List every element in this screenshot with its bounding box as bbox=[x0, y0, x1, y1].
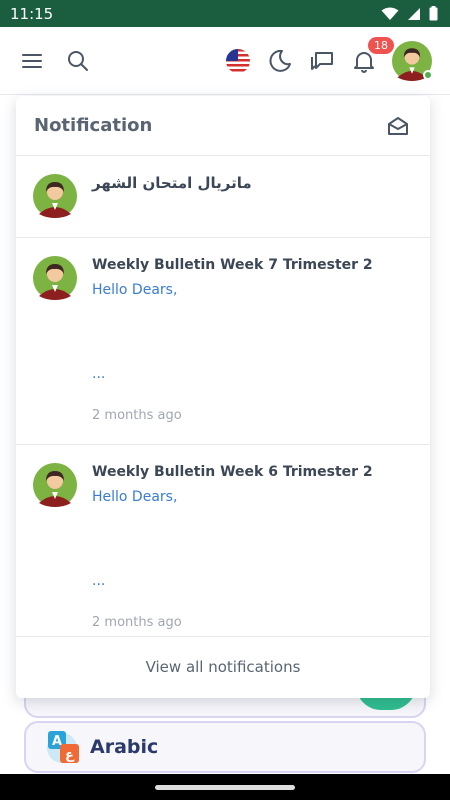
notification-dropdown: Notification ماتريال امتحان الشهر Weekly… bbox=[16, 96, 430, 698]
notification-item[interactable]: ماتريال امتحان الشهر bbox=[16, 156, 430, 238]
notification-title-text: Weekly Bulletin Week 7 Trimester 2 bbox=[92, 257, 373, 273]
mark-all-read-button[interactable] bbox=[384, 112, 412, 140]
notification-count-badge: 18 bbox=[368, 36, 394, 54]
system-navigation-bar bbox=[0, 774, 450, 800]
chat-button[interactable] bbox=[308, 47, 336, 75]
status-icons bbox=[381, 6, 438, 21]
battery-icon bbox=[429, 6, 438, 21]
notification-title: Notification bbox=[34, 115, 153, 136]
signal-icon bbox=[408, 7, 420, 20]
notification-preview-text: Hello Dears, bbox=[92, 489, 178, 505]
notifications-button[interactable]: 18 bbox=[350, 36, 394, 75]
arabic-subject-icon: A ع bbox=[47, 731, 79, 763]
us-flag-icon bbox=[226, 48, 250, 73]
notification-item[interactable]: Weekly Bulletin Week 7 Trimester 2 Hello… bbox=[16, 238, 430, 445]
svg-text:ع: ع bbox=[65, 748, 75, 763]
notification-title-text: Weekly Bulletin Week 6 Trimester 2 bbox=[92, 464, 373, 480]
status-time: 11:15 bbox=[10, 4, 54, 23]
notification-timestamp: 2 months ago bbox=[92, 408, 182, 423]
user-avatar-button[interactable] bbox=[392, 40, 433, 81]
online-status-dot bbox=[423, 69, 433, 80]
sender-avatar bbox=[33, 256, 77, 300]
notification-preview-text: Hello Dears, bbox=[92, 282, 178, 298]
notification-header: Notification bbox=[16, 96, 430, 156]
chat-icon bbox=[311, 51, 333, 70]
home-gesture-handle[interactable] bbox=[155, 784, 295, 790]
sender-avatar bbox=[33, 174, 77, 218]
notification-ellipsis: ... bbox=[92, 573, 106, 589]
open-envelope-icon bbox=[388, 116, 408, 135]
subject-card-arabic[interactable]: A ع Arabic bbox=[24, 721, 426, 773]
status-bar: 11:15 bbox=[0, 0, 450, 27]
notification-ellipsis: ... bbox=[92, 366, 106, 382]
subject-label: Arabic bbox=[90, 736, 159, 758]
notification-item[interactable]: Weekly Bulletin Week 6 Trimester 2 Hello… bbox=[16, 445, 430, 637]
top-app-bar: 18 bbox=[0, 27, 450, 95]
menu-button[interactable] bbox=[18, 47, 46, 75]
notification-timestamp: 2 months ago bbox=[92, 615, 182, 630]
search-icon bbox=[68, 50, 88, 71]
sender-avatar bbox=[33, 463, 77, 507]
search-button[interactable] bbox=[64, 47, 92, 75]
view-all-notifications-link[interactable]: View all notifications bbox=[16, 637, 430, 697]
wifi-icon bbox=[381, 7, 399, 20]
dark-mode-toggle[interactable] bbox=[266, 47, 294, 75]
language-button[interactable] bbox=[224, 47, 252, 75]
moon-icon bbox=[269, 49, 291, 72]
notification-title-text: ماتريال امتحان الشهر bbox=[92, 174, 252, 192]
hamburger-icon bbox=[22, 53, 42, 68]
